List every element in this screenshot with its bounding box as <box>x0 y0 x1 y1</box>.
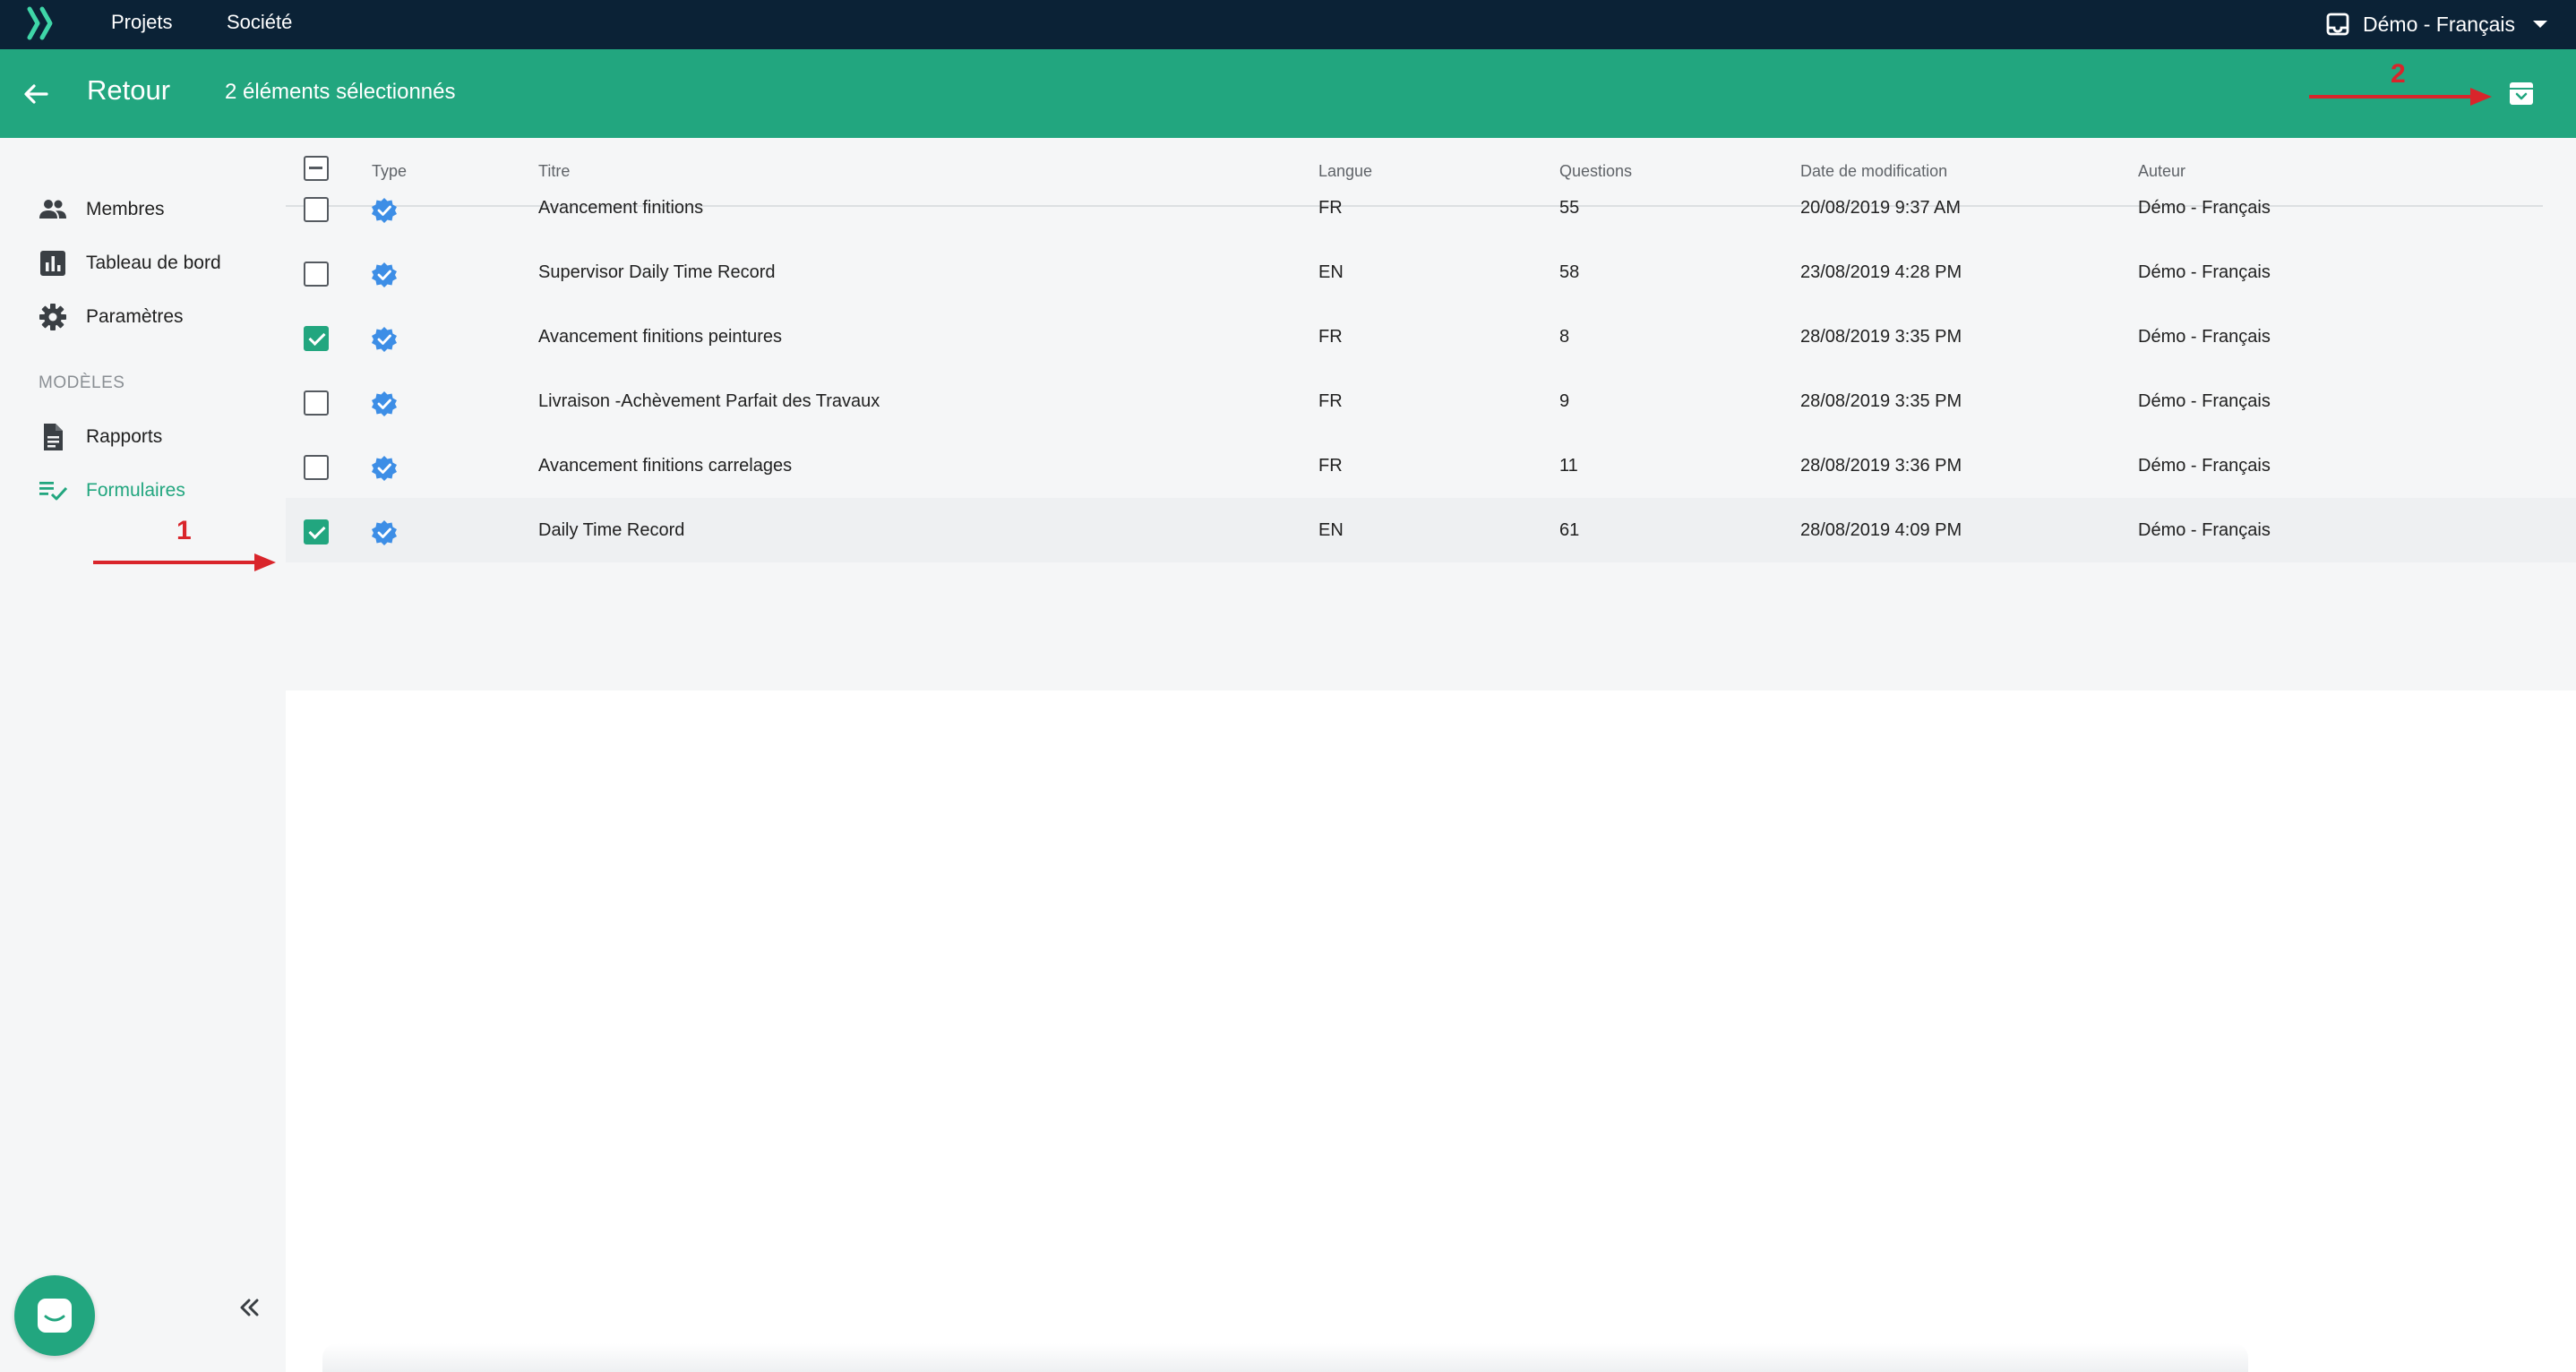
cell-title[interactable]: Avancement finitions <box>538 198 703 219</box>
app-logo-icon[interactable] <box>27 5 57 41</box>
nav-projets[interactable]: Projets <box>111 0 172 45</box>
cell-language: FR <box>1318 327 1343 347</box>
row-checkbox[interactable] <box>304 262 329 287</box>
table-row[interactable]: Avancement finitions FR 55 20/08/2019 9:37 … <box>286 176 2576 240</box>
chat-support-button[interactable] <box>14 1275 95 1356</box>
cell-language: FR <box>1318 198 1343 218</box>
table-row[interactable]: Avancement finitions peintures FR 8 28/08/2… <box>286 304 2576 369</box>
top-nav-bar: Projets Société Démo - Français <box>0 0 2576 49</box>
cell-questions: 8 <box>1559 327 1570 347</box>
cell-date: 28/08/2019 3:36 PM <box>1800 456 1962 476</box>
cell-date: 28/08/2019 4:09 PM <box>1800 520 1962 540</box>
verified-badge-icon <box>372 520 397 545</box>
archive-button[interactable] <box>2504 76 2538 110</box>
row-checkbox[interactable] <box>304 197 329 222</box>
checklist-icon <box>39 482 68 501</box>
chevron-down-icon <box>2533 21 2547 28</box>
main-content: Type Titre Langue Questions Date de modi… <box>286 138 2576 1372</box>
cell-date: 28/08/2019 3:35 PM <box>1800 327 1962 347</box>
verified-badge-icon <box>372 456 397 481</box>
cell-language: EN <box>1318 520 1344 540</box>
cell-title[interactable]: Avancement finitions peintures <box>538 327 782 347</box>
people-icon <box>39 200 66 219</box>
cell-title[interactable]: Daily Time Record <box>538 520 684 541</box>
back-button[interactable]: Retour <box>87 74 170 107</box>
sidebar-item-label: Membres <box>86 199 165 219</box>
sidebar-item-rapports[interactable]: Rapports <box>38 419 162 455</box>
forms-table: Type Titre Langue Questions Date de modi… <box>286 138 2576 690</box>
cell-author: Démo - Français <box>2138 198 2271 218</box>
selection-action-bar: Retour 2 éléments sélectionnés <box>0 49 2576 138</box>
sidebar-item-label: Rapports <box>86 426 163 447</box>
table-row[interactable]: Daily Time Record EN 61 28/08/2019 4:09 PM D… <box>286 498 2576 562</box>
cell-title[interactable]: Livraison -Achèvement Parfait des Travau… <box>538 391 880 412</box>
cell-title[interactable]: Supervisor Daily Time Record <box>538 262 776 283</box>
collapse-sidebar-icon[interactable] <box>235 1293 263 1322</box>
cell-questions: 61 <box>1559 520 1580 540</box>
sidebar-item-formulaires[interactable]: Formulaires <box>38 473 185 509</box>
sidebar-item-label: Formulaires <box>86 480 185 501</box>
cell-author: Démo - Français <box>2138 262 2271 282</box>
sidebar-item-label: Tableau de bord <box>86 253 221 273</box>
row-checkbox[interactable] <box>304 519 329 545</box>
org-name: Démo - Français <box>2363 12 2515 36</box>
sidebar-item-tableau-de-bord[interactable]: Tableau de bord <box>38 245 221 281</box>
cell-date: 20/08/2019 9:37 AM <box>1800 198 1962 218</box>
verified-badge-icon <box>372 198 397 223</box>
cell-questions: 58 <box>1559 262 1580 282</box>
sidebar-section-title: MODÈLES <box>39 373 125 392</box>
nav-societe[interactable]: Société <box>227 0 292 45</box>
verified-badge-icon <box>372 391 397 416</box>
cell-date: 23/08/2019 4:28 PM <box>1800 262 1962 282</box>
inbox-icon <box>2326 13 2349 36</box>
org-switcher[interactable]: Démo - Français <box>2325 0 2547 48</box>
bottom-panel-edge <box>322 1343 2248 1372</box>
table-row[interactable]: Livraison -Achèvement Parfait des Travau… <box>286 369 2576 433</box>
annotation-arrow-2 <box>2309 88 2492 106</box>
cell-author: Démo - Français <box>2138 520 2271 540</box>
row-checkbox[interactable] <box>304 326 329 351</box>
cell-questions: 9 <box>1559 391 1570 411</box>
chat-icon <box>38 1299 72 1333</box>
archive-icon <box>2510 82 2533 105</box>
cell-author: Démo - Français <box>2138 456 2271 476</box>
annotation-arrow-1 <box>93 553 276 571</box>
document-icon <box>44 424 63 450</box>
cell-author: Démo - Français <box>2138 391 2271 411</box>
cell-date: 28/08/2019 3:35 PM <box>1800 391 1962 411</box>
annotation-number-2: 2 <box>2391 59 2406 89</box>
gear-icon <box>39 304 66 330</box>
cell-questions: 11 <box>1559 456 1578 476</box>
table-row[interactable]: Supervisor Daily Time Record EN 58 23/08/20… <box>286 240 2576 304</box>
verified-badge-icon <box>372 327 397 352</box>
row-checkbox[interactable] <box>304 455 329 480</box>
sidebar-item-membres[interactable]: Membres <box>38 192 165 227</box>
sidebar: Membres Tableau de bord Paramètres MODÈL… <box>0 138 286 1372</box>
sidebar-item-label: Paramètres <box>86 306 184 327</box>
selection-count: 2 éléments sélectionnés <box>225 80 456 104</box>
back-arrow-icon[interactable] <box>21 80 50 108</box>
annotation-number-1: 1 <box>176 516 192 545</box>
cell-author: Démo - Français <box>2138 327 2271 347</box>
sidebar-item-parametres[interactable]: Paramètres <box>38 299 184 335</box>
cell-title[interactable]: Avancement finitions carrelages <box>538 456 792 476</box>
row-checkbox[interactable] <box>304 390 329 416</box>
verified-badge-icon <box>372 262 397 287</box>
cell-questions: 55 <box>1559 198 1580 218</box>
table-row[interactable]: Avancement finitions carrelages FR 11 28/08… <box>286 433 2576 498</box>
cell-language: EN <box>1318 262 1344 282</box>
cell-language: FR <box>1318 391 1343 411</box>
cell-language: FR <box>1318 456 1343 476</box>
chart-icon <box>40 251 65 276</box>
